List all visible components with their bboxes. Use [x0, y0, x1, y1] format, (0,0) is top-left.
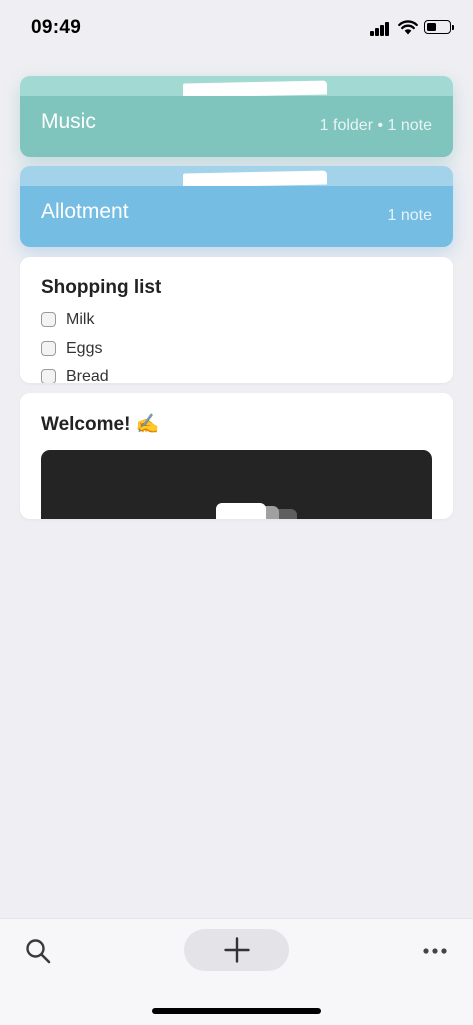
checklist-label: Bread — [66, 368, 109, 383]
home-indicator — [152, 1008, 321, 1014]
plus-icon — [224, 937, 250, 963]
checkbox[interactable] — [41, 341, 56, 356]
note-welcome[interactable]: Welcome! ✍️ — [20, 393, 453, 519]
checkbox[interactable] — [41, 369, 56, 383]
folder-meta: 1 note — [387, 207, 432, 224]
cellular-signal-icon — [370, 22, 392, 36]
add-note-button[interactable] — [184, 929, 289, 971]
note-shopping-list[interactable]: Shopping list Milk Eggs Bread — [20, 257, 453, 383]
status-time: 09:49 — [31, 17, 82, 38]
folder-name: Allotment — [41, 200, 129, 223]
note-title: Shopping list — [41, 277, 162, 298]
folder-name: Music — [41, 110, 96, 133]
note-image-preview — [41, 450, 432, 519]
folder-allotment[interactable]: Allotment 1 note — [20, 166, 453, 247]
checklist-label: Milk — [66, 311, 95, 328]
more-icon[interactable] — [418, 939, 452, 963]
status-bar: 09:49 — [0, 0, 473, 56]
bottom-toolbar — [0, 918, 473, 1025]
checklist-label: Eggs — [66, 340, 103, 357]
stacked-notes-front — [216, 503, 266, 519]
checkbox[interactable] — [41, 312, 56, 327]
folder-meta: 1 folder • 1 note — [319, 117, 432, 134]
note-title: Welcome! ✍️ — [41, 414, 160, 435]
folder-music[interactable]: Music 1 folder • 1 note — [20, 76, 453, 157]
wifi-icon — [398, 20, 418, 35]
search-icon[interactable] — [24, 937, 52, 965]
battery-icon — [424, 20, 454, 34]
